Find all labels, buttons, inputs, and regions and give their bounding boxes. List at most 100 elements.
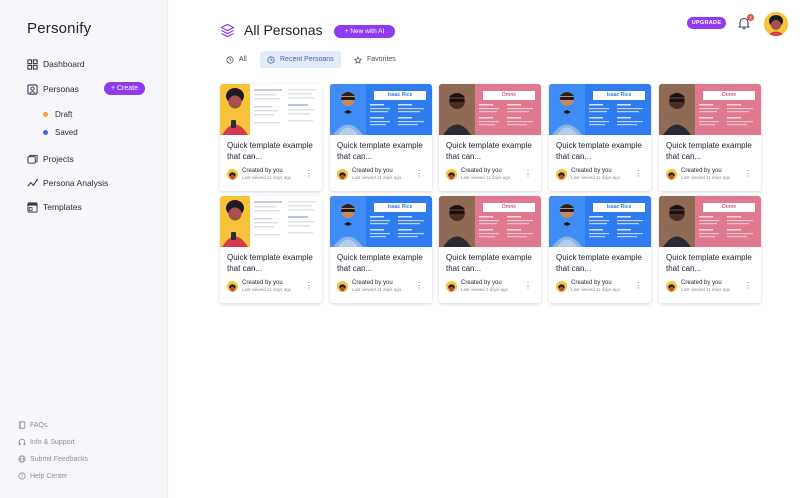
more-options-icon[interactable]: ⋮ <box>305 282 313 290</box>
new-with-ai-button[interactable]: + New with AI <box>334 25 395 38</box>
persona-thumbnail[interactable] <box>220 84 322 135</box>
more-options-icon[interactable]: ⋮ <box>744 282 752 290</box>
clock-icon <box>226 55 234 64</box>
globe-icon <box>18 455 26 463</box>
persona-thumbnail[interactable]: Isaac Rice <box>549 84 651 135</box>
tab-label: Recent Persoans <box>280 56 334 63</box>
sidebar-item-personas[interactable]: Personas <box>27 81 79 97</box>
persona-card[interactable]: Isaac Rice Quick template example that ca… <box>330 196 432 303</box>
creator-avatar <box>556 169 567 180</box>
persona-card[interactable]: Quick template example that can... Create… <box>220 196 322 303</box>
user-avatar[interactable] <box>764 12 788 36</box>
creator-avatar <box>337 281 348 292</box>
persona-thumbnail[interactable] <box>220 196 322 247</box>
page-title: All Personas <box>244 22 323 38</box>
persona-thumbnail[interactable]: Isaac Rice <box>330 84 432 135</box>
footer-item-submit-feedbacks[interactable]: Submit Feedbacks <box>18 455 88 463</box>
footer-item-info-support[interactable]: Info & Support <box>18 438 75 446</box>
card-title: Quick template example that can... <box>227 253 313 273</box>
persona-thumbnail[interactable]: Isaac Rice <box>330 196 432 247</box>
persona-thumbnail[interactable]: Omne <box>439 84 541 135</box>
last-viewed: Last viewed 11 days ago <box>461 175 511 180</box>
footer-item-label: Help Center <box>30 472 68 480</box>
sidebar-item-label: Personas <box>43 84 79 94</box>
app-logo[interactable]: Personify <box>27 20 91 37</box>
creator-avatar <box>337 169 348 180</box>
last-viewed: Last viewed 11 days ago <box>681 175 731 180</box>
persona-icon <box>27 83 38 95</box>
card-title: Quick template example that can... <box>446 253 532 273</box>
more-options-icon[interactable]: ⋮ <box>415 282 423 290</box>
more-options-icon[interactable]: ⋮ <box>524 170 532 178</box>
card-meta-text: Created by you Last viewed 11 days ago <box>242 280 291 293</box>
more-options-icon[interactable]: ⋮ <box>744 170 752 178</box>
persona-thumbnail[interactable]: Isaac Rice <box>549 196 651 247</box>
card-title: Quick template example that can... <box>556 253 642 273</box>
footer-item-help-center[interactable]: ? Help Center <box>18 472 67 480</box>
persona-card[interactable]: Omne Quick template example that can... Cr… <box>439 196 541 303</box>
more-options-icon[interactable]: ⋮ <box>524 282 532 290</box>
created-by: Created by you <box>571 168 612 174</box>
card-title: Quick template example that can... <box>337 141 423 161</box>
creator-avatar <box>666 281 677 292</box>
upgrade-button[interactable]: UPGRADE <box>687 17 726 29</box>
creator-avatar <box>446 169 457 180</box>
card-meta-text: Created by you Last viewed 11 days ago <box>571 280 620 293</box>
create-persona-button[interactable]: + Create <box>104 82 145 95</box>
last-viewed: Last viewed 11 days ago <box>352 287 402 292</box>
grid-icon <box>27 58 38 70</box>
more-options-icon[interactable]: ⋮ <box>634 170 642 178</box>
persona-card[interactable]: Isaac Rice Quick template example that ca… <box>330 84 432 191</box>
card-meta: Created by you Last viewed 2 days ago <box>446 280 508 293</box>
tab-recent-personas[interactable]: Recent Persoans <box>260 51 341 68</box>
sidebar-item-projects[interactable]: Projects <box>27 151 74 167</box>
tab-label: All <box>239 56 247 63</box>
tab-favorites[interactable]: Favorites <box>347 51 403 68</box>
tab-all[interactable]: All <box>219 51 254 68</box>
created-by: Created by you <box>352 168 393 174</box>
card-meta: Created by you Last viewed 11 days ago <box>227 280 291 293</box>
persona-thumbnail[interactable]: Omne <box>659 84 761 135</box>
persona-card[interactable]: Isaac Rice Quick template example that ca… <box>549 196 651 303</box>
persona-card[interactable]: Omne Quick template example that can... Cr… <box>439 84 541 191</box>
more-options-icon[interactable]: ⋮ <box>634 282 642 290</box>
folders-icon <box>27 154 38 165</box>
persona-card[interactable]: Omne Quick template example that can... Cr… <box>659 196 761 303</box>
help-icon: ? <box>18 472 26 480</box>
sidebar-item-persona-analysis[interactable]: Persona Analysis <box>27 175 108 191</box>
sidebar-subitem-label: Saved <box>55 128 78 137</box>
sidebar-subitem-saved[interactable]: Saved <box>43 128 78 137</box>
sidebar-item-dashboard[interactable]: Dashboard <box>27 56 85 72</box>
more-options-icon[interactable]: ⋮ <box>305 170 313 178</box>
thumb-name: Isaac Rice <box>387 92 413 98</box>
footer-item-label: Submit Feedbacks <box>30 455 88 463</box>
sidebar-subitem-draft[interactable]: Draft <box>43 110 72 119</box>
card-meta-text: Created by you Last viewed 11 days ago <box>352 168 401 181</box>
card-title: Quick template example that can... <box>666 141 752 161</box>
created-by: Created by you <box>571 280 612 286</box>
thumb-name: Omne <box>501 92 517 98</box>
footer-item-faqs[interactable]: FAQs <box>18 421 48 429</box>
persona-thumbnail[interactable]: Omne <box>439 196 541 247</box>
created-by: Created by you <box>461 168 502 174</box>
more-options-icon[interactable]: ⋮ <box>415 170 423 178</box>
thumb-name: Omne <box>721 204 737 210</box>
sidebar-item-label: Persona Analysis <box>43 178 109 188</box>
card-meta-text: Created by you Last viewed 11 days ago <box>352 280 401 293</box>
card-meta: Created by you Last viewed 11 days ago <box>337 280 401 293</box>
thumb-name: Omne <box>721 92 737 98</box>
card-title: Quick template example that can... <box>556 141 642 161</box>
persona-card[interactable]: Omne Quick template example that can... Cr… <box>659 84 761 191</box>
persona-card[interactable]: Quick template example that can... Create… <box>220 84 322 191</box>
persona-thumbnail[interactable]: Omne <box>659 196 761 247</box>
card-meta-text: Created by you Last viewed 2 days ago <box>461 280 508 293</box>
templates-icon <box>27 201 38 213</box>
sidebar-item-templates[interactable]: Templates <box>27 199 82 215</box>
created-by: Created by you <box>461 280 502 286</box>
footer-item-label: Info & Support <box>30 438 75 446</box>
last-viewed: Last viewed 11 days ago <box>242 287 292 292</box>
persona-card[interactable]: Isaac Rice Quick template example that ca… <box>549 84 651 191</box>
card-meta-text: Created by you Last viewed 11 days ago <box>571 168 620 181</box>
sidebar-item-label: Templates <box>43 202 82 212</box>
last-viewed: Last viewed 11 days ago <box>242 175 292 180</box>
